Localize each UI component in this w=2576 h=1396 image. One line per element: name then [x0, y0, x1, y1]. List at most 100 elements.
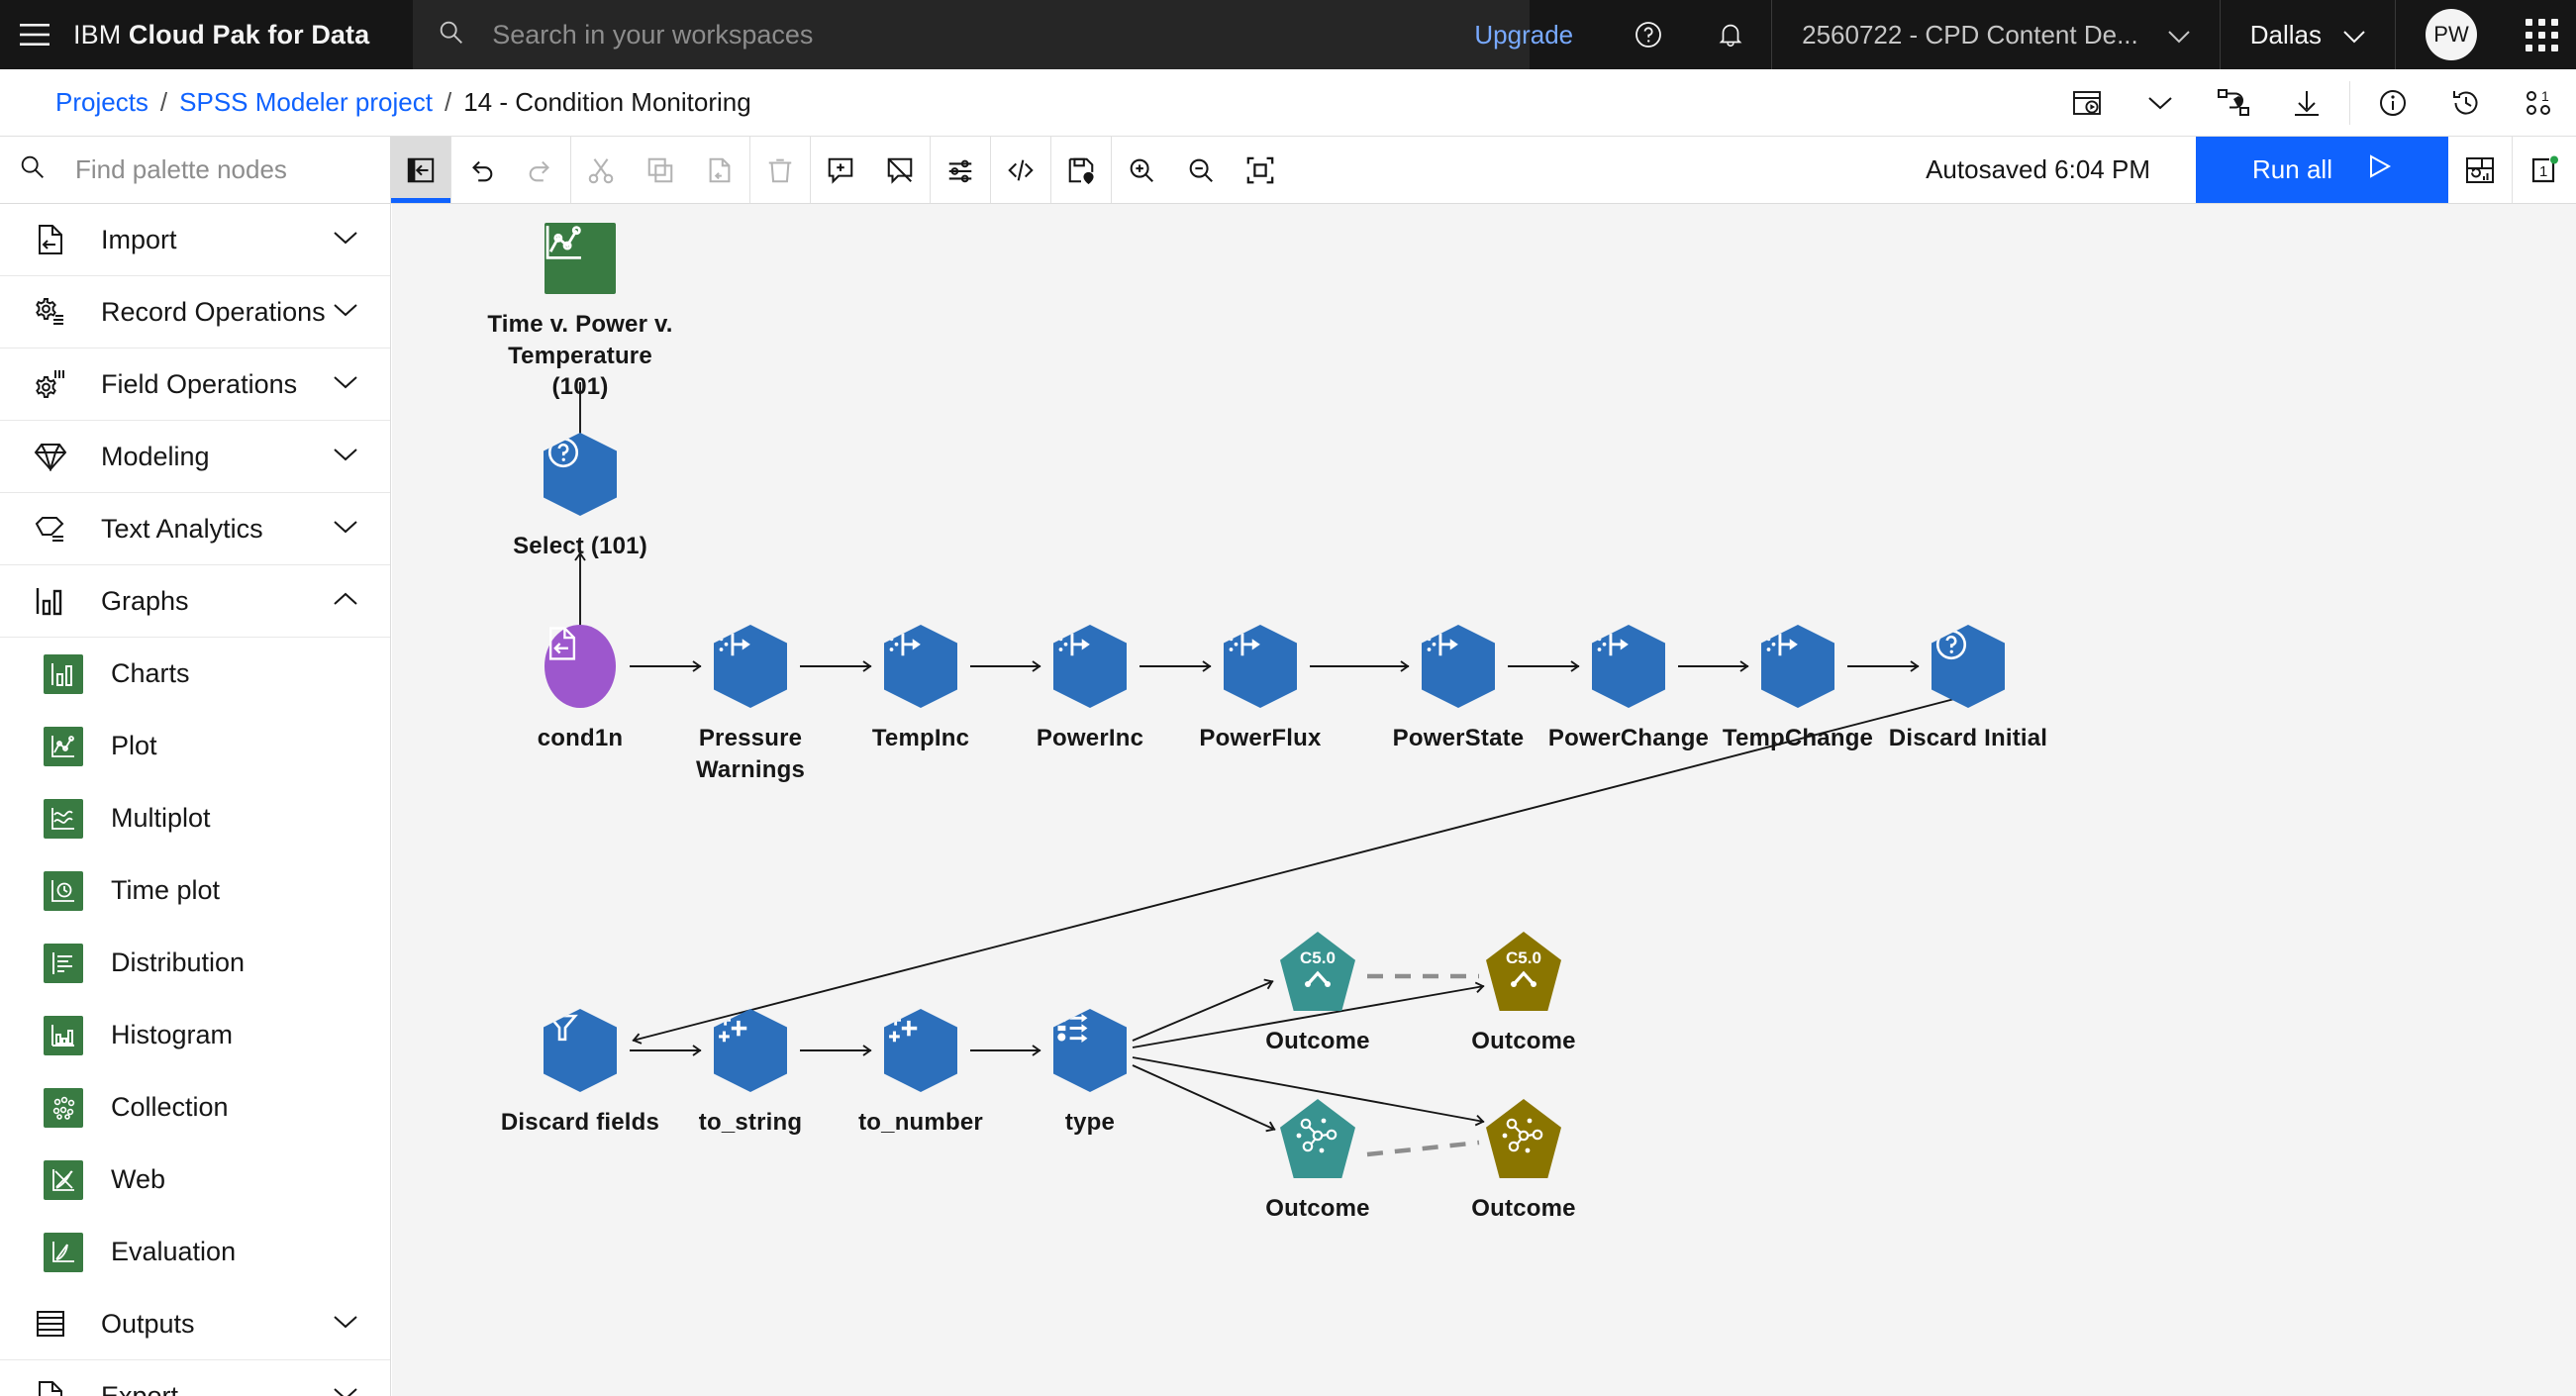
palette-node-histogram[interactable]: Histogram [0, 999, 390, 1071]
chevron-down-icon [333, 302, 358, 323]
palette-category-label: Text Analytics [101, 514, 333, 545]
zoom-fit-icon[interactable] [1231, 137, 1290, 203]
notifications-panel-icon[interactable]: 1 [2513, 137, 2576, 203]
zoom-in-icon[interactable] [1112, 137, 1171, 203]
link-netbuild-netgold [1367, 1143, 1479, 1154]
svg-text:1: 1 [2539, 163, 2547, 180]
palette-node-distribution[interactable]: Distribution [0, 927, 390, 999]
bell-icon[interactable] [1690, 0, 1771, 69]
palette-node-label: Multiplot [111, 803, 211, 834]
palette-node-label: Histogram [111, 1020, 233, 1050]
svg-text:C5.0: C5.0 [1506, 948, 1541, 967]
breadcrumb-item-spss-modeler-project[interactable]: SPSS Modeler project [179, 87, 433, 118]
run-job-icon[interactable] [2050, 69, 2124, 137]
run-all-button[interactable]: Run all [2196, 137, 2448, 203]
save-as-icon[interactable] [1051, 137, 1111, 203]
flow-node-label: Select (101) [466, 531, 694, 562]
chevron-up-icon [333, 591, 358, 612]
search-icon [18, 152, 48, 187]
flow-deploy-icon[interactable] [2197, 69, 2270, 137]
flow-node-label: Time v. Power v. Temperature (101) [466, 309, 694, 403]
avatar[interactable]: PW [2426, 9, 2477, 60]
palette-node-charts[interactable]: Charts [0, 638, 390, 710]
outputs-panel-icon[interactable] [2448, 137, 2512, 203]
palette-node-multiplot[interactable]: Multiplot [0, 782, 390, 854]
chevron-down-icon [333, 519, 358, 540]
palette-node-label: Plot [111, 731, 157, 761]
upgrade-link[interactable]: Upgrade [1440, 20, 1607, 50]
chevron-down-icon [333, 374, 358, 395]
palette-category-field-operations[interactable]: Field Operations [0, 349, 390, 421]
account-selector[interactable]: 2560722 - CPD Content De... [1772, 20, 2220, 50]
collection-dots-icon [44, 1088, 83, 1128]
palette-search-input[interactable]: Find palette nodes [0, 137, 390, 204]
app-switcher-icon[interactable] [2507, 0, 2576, 69]
collaborators-icon[interactable]: 1 [2503, 69, 2576, 137]
flow-node-label: Discard Initial [1854, 723, 2082, 754]
chevron-down-icon[interactable] [2124, 69, 2197, 137]
information-icon[interactable] [2356, 69, 2429, 137]
palette-node-time-plot[interactable]: Time plot [0, 854, 390, 927]
autosave-status: Autosaved 6:04 PM [1926, 154, 2196, 185]
flow-node-label: PowerFlux [1146, 723, 1374, 754]
undo-icon[interactable] [451, 137, 511, 203]
palette-node-web[interactable]: Web [0, 1144, 390, 1216]
distribution-bars-icon [44, 944, 83, 983]
palette-node-evaluation[interactable]: Evaluation [0, 1216, 390, 1288]
flow-node-label: Outcome [1204, 1026, 1432, 1057]
toolbar-right-panels: 1 [2448, 137, 2576, 203]
charts-bar-icon [44, 654, 83, 694]
svg-text:C5.0: C5.0 [1300, 948, 1336, 967]
region-selector[interactable]: Dallas [2221, 20, 2395, 50]
diamond-gem-icon [28, 442, 73, 471]
palette-category-export[interactable]: Export [0, 1360, 390, 1396]
histogram-icon [44, 1016, 83, 1055]
breadcrumb-item-current: 14 - Condition Monitoring [463, 87, 751, 118]
download-icon[interactable] [2270, 69, 2343, 137]
palette-category-text-analytics[interactable]: Text Analytics [0, 493, 390, 565]
search-icon [437, 18, 466, 52]
hamburger-menu-icon[interactable] [0, 0, 69, 69]
svg-text:1: 1 [2541, 88, 2549, 104]
palette-category-modeling[interactable]: Modeling [0, 421, 390, 493]
palette-category-label: Field Operations [101, 369, 333, 400]
palette-category-import[interactable]: Import [0, 204, 390, 276]
palette-category-outputs[interactable]: Outputs [0, 1288, 390, 1360]
flow-node-label: Outcome [1410, 1026, 1637, 1057]
hide-comments-icon[interactable] [870, 137, 930, 203]
add-comment-icon[interactable] [811, 137, 870, 203]
settings-sliders-icon[interactable] [931, 137, 990, 203]
chevron-down-icon [333, 230, 358, 250]
help-circle-icon[interactable] [1607, 0, 1690, 69]
breadcrumb-item-projects[interactable]: Projects [55, 87, 149, 118]
chevron-down-icon [2168, 20, 2190, 50]
palette-node-label: Evaluation [111, 1237, 236, 1267]
redo-icon [511, 137, 570, 203]
global-search-placeholder: Search in your workspaces [492, 20, 813, 50]
run-all-label: Run all [2252, 154, 2332, 185]
global-search-input[interactable]: Search in your workspaces [413, 0, 1530, 69]
history-icon[interactable] [2429, 69, 2503, 137]
breadcrumb-bar: Projects / SPSS Modeler project / 14 - C… [0, 69, 2576, 137]
evaluation-curve-icon [44, 1233, 83, 1272]
palette-search-placeholder: Find palette nodes [75, 154, 287, 185]
code-icon[interactable] [991, 137, 1050, 203]
breadcrumb: Projects / SPSS Modeler project / 14 - C… [0, 87, 751, 118]
breadcrumb-separator: / [160, 87, 167, 118]
palette-category-record-operations[interactable]: Record Operations [0, 276, 390, 349]
import-data-icon[interactable] [545, 625, 616, 708]
palette-category-label: Export [101, 1381, 333, 1396]
app-title[interactable]: IBM Cloud Pak for Data [69, 20, 369, 50]
multiplot-wave-icon [44, 799, 83, 839]
zoom-out-icon[interactable] [1171, 137, 1231, 203]
brand-prefix: IBM [73, 20, 129, 50]
palette-node-plot[interactable]: Plot [0, 710, 390, 782]
palette-node-collection[interactable]: Collection [0, 1071, 390, 1144]
toggle-palette-icon[interactable] [391, 137, 450, 203]
chevron-down-icon [333, 447, 358, 467]
palette-category-graphs[interactable]: Graphs [0, 565, 390, 638]
play-triangle-icon [2366, 153, 2392, 186]
plot-node-icon[interactable] [545, 223, 616, 294]
bar-chart-icon [28, 586, 73, 616]
flow-canvas[interactable]: Time v. Power v. Temperature (101) Selec… [392, 204, 2576, 1396]
